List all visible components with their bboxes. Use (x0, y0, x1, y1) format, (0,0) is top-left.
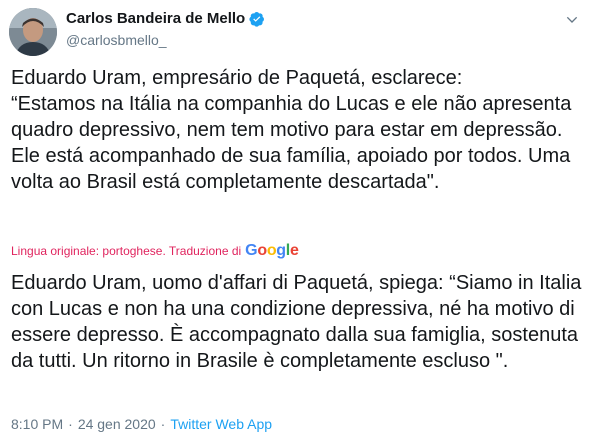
author-name-row: Carlos Bandeira de Mello (66, 10, 265, 27)
tweet-time[interactable]: 8:10 PM (11, 416, 63, 432)
verified-badge-icon (249, 11, 265, 27)
translation-attribution: Lingua originale: portoghese. Traduzione… (11, 242, 299, 260)
tweet-translated-text: Eduardo Uram, uomo d'affari di Paquetá, … (11, 272, 582, 372)
separator: · (68, 416, 73, 432)
author-handle[interactable]: @carlosbmello_ (66, 32, 167, 48)
tweet-date[interactable]: 24 gen 2020 (78, 416, 156, 432)
separator: · (160, 416, 166, 432)
avatar[interactable] (9, 8, 57, 56)
source-app-link[interactable]: Twitter Web App (170, 416, 272, 432)
author-name[interactable]: Carlos Bandeira de Mello (66, 10, 245, 27)
avatar-image (9, 8, 57, 56)
translation-label: Lingua originale: portoghese. Traduzione… (11, 244, 242, 258)
google-logo: Google (245, 242, 299, 259)
tweet-metadata: 8:10 PM · 24 gen 2020 · Twitter Web App (11, 416, 272, 432)
tweet-original-text: Eduardo Uram, empresário de Paquetá, esc… (11, 67, 572, 193)
tweet-header: Carlos Bandeira de Mello @carlosbmello_ (0, 0, 596, 60)
chevron-down-icon[interactable] (564, 12, 580, 28)
